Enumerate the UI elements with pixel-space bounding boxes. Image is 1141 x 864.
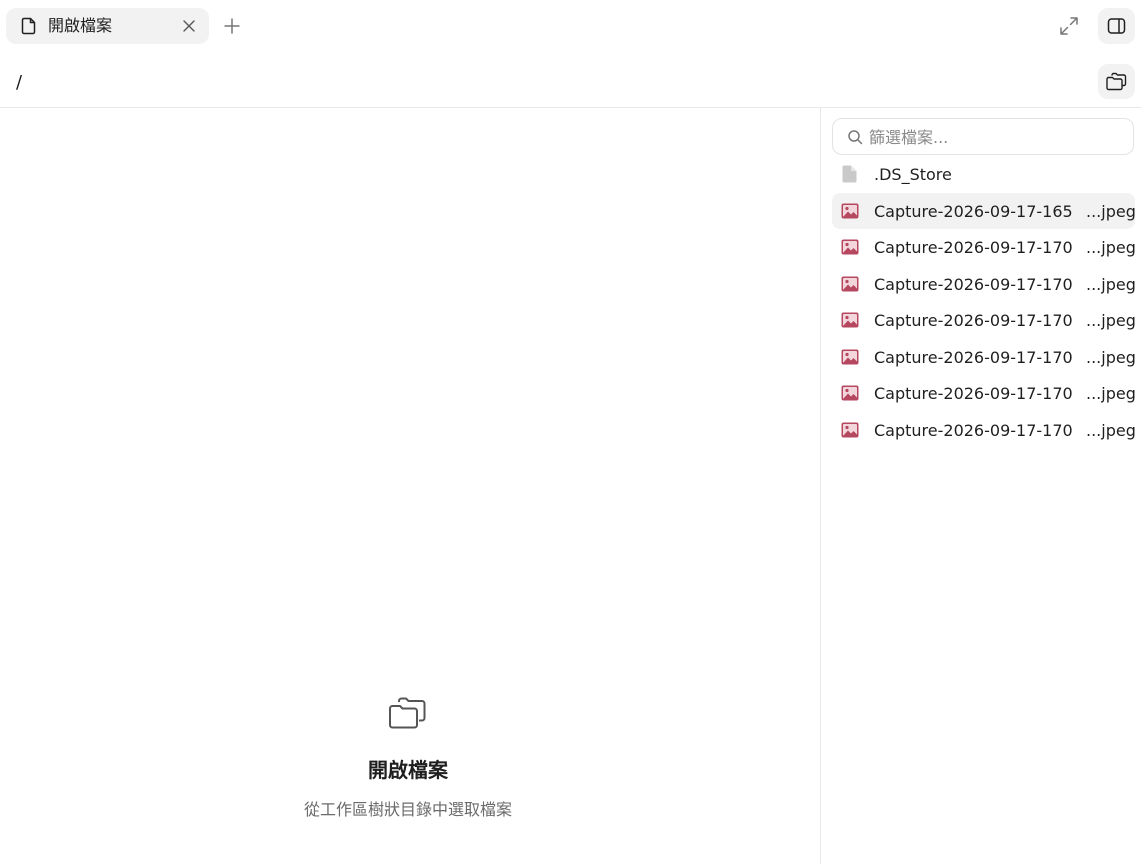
document-icon xyxy=(21,17,36,35)
empty-state-title: 開啟檔案 xyxy=(368,758,448,782)
image-file-icon xyxy=(841,203,859,218)
file-extension: ...jpeg xyxy=(1086,347,1136,367)
tab-open-file[interactable]: 開啟檔案 xyxy=(6,8,209,44)
filter-box xyxy=(832,118,1134,155)
file-item-image[interactable]: Capture-2026-09-17-170 ...jpeg xyxy=(832,266,1136,303)
file-name: Capture-2026-09-17-170 xyxy=(874,238,1073,257)
file-name: Capture-2026-09-17-170 xyxy=(874,420,1073,440)
image-file-icon xyxy=(841,349,859,364)
current-path: / xyxy=(16,72,23,93)
file-item-image[interactable]: Capture-2026-09-17-170 ...jpeg xyxy=(832,302,1136,339)
file-extension: ...jpeg xyxy=(1086,420,1136,440)
file-name: Capture-2026-09-17-170 xyxy=(874,347,1073,367)
image-file-icon xyxy=(841,276,859,291)
file-item-image[interactable]: Capture-2026-09-17-165 ...jpeg xyxy=(832,192,1136,229)
app-window: 開啟檔案 / 開啟檔案 從工作區樹狀目錄中選取檔案 篩選檔案... .DS_St… xyxy=(0,0,1141,864)
file-item-image[interactable]: Capture-2026-09-17-170 ...jpeg xyxy=(832,375,1136,412)
image-file-icon xyxy=(841,385,859,401)
file-name: Capture-2026-09-17-170 xyxy=(874,274,1073,294)
file-name: Capture-2026-09-17-165 xyxy=(874,201,1073,221)
file-icon xyxy=(842,165,857,183)
file-item-image[interactable]: Capture-2026-09-17-170 ...jpeg xyxy=(832,339,1136,376)
tab-label: 開啟檔案 xyxy=(48,16,113,35)
file-sidebar: .DS_Store Capture-2026-09-17-165 ...jpeg xyxy=(820,108,1141,864)
file-extension: ...jpeg xyxy=(1086,311,1136,330)
sidebar-panel-icon xyxy=(1107,18,1126,34)
folders-button[interactable] xyxy=(1098,64,1135,99)
file-name: Capture-2026-09-17-170 xyxy=(874,384,1073,403)
image-file-icon xyxy=(841,422,859,437)
editor-area: 開啟檔案 從工作區樹狀目錄中選取檔案 xyxy=(0,108,820,864)
image-file-icon xyxy=(841,239,859,255)
path-bar: / xyxy=(0,52,1141,108)
folders-icon xyxy=(389,697,426,729)
file-name: Capture-2026-09-17-170 xyxy=(874,311,1073,330)
file-item-ds-store[interactable]: .DS_Store xyxy=(832,156,1135,193)
folders-icon xyxy=(1106,72,1127,91)
close-icon[interactable] xyxy=(182,19,196,33)
new-tab-plus-icon[interactable] xyxy=(222,16,242,36)
file-extension: ...jpeg xyxy=(1086,274,1136,294)
file-extension: ...jpeg xyxy=(1086,384,1136,403)
file-item-image[interactable]: Capture-2026-09-17-170 ...jpeg xyxy=(832,412,1136,449)
file-list: .DS_Store Capture-2026-09-17-165 ...jpeg xyxy=(832,156,1136,449)
filter-input[interactable] xyxy=(869,125,1127,149)
file-item-image[interactable]: Capture-2026-09-17-170 ...jpeg xyxy=(832,229,1136,266)
expand-icon[interactable] xyxy=(1058,15,1080,37)
empty-state-subtitle: 從工作區樹狀目錄中選取檔案 xyxy=(303,800,512,819)
file-extension: ...jpeg xyxy=(1086,238,1136,257)
file-extension: ...jpeg xyxy=(1086,201,1136,221)
tab-bar: 開啟檔案 xyxy=(0,0,1141,52)
image-file-icon xyxy=(841,312,859,328)
search-icon xyxy=(848,130,863,145)
toggle-sidebar-button[interactable] xyxy=(1098,8,1135,44)
file-name: .DS_Store xyxy=(874,165,952,184)
